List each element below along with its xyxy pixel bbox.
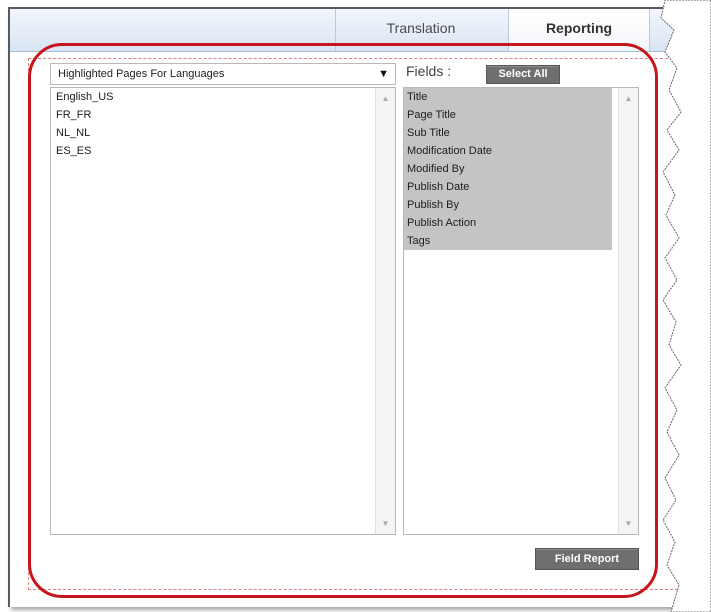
field-option[interactable]: Page Title — [404, 106, 612, 124]
tab-bar: Translation Reporting — [10, 9, 688, 52]
language-option[interactable]: FR_FR — [51, 106, 395, 124]
fields-label: Fields : — [406, 63, 452, 79]
fields-list[interactable]: Title Page Title Sub Title Modification Dat… — [403, 87, 639, 535]
tab-reporting[interactable]: Reporting — [508, 9, 650, 51]
scroll-down-icon[interactable]: ▼ — [376, 519, 395, 528]
language-list[interactable]: English_US FR_FR NL_NL ES_ES ▲ ▼ — [50, 87, 396, 535]
language-option[interactable]: ES_ES — [51, 142, 395, 160]
fields-list-scrollbar[interactable]: ▲ ▼ — [618, 88, 638, 534]
language-list-scrollbar[interactable]: ▲ ▼ — [375, 88, 395, 534]
field-option[interactable]: Publish Date — [404, 178, 612, 196]
field-option[interactable]: Title — [404, 88, 612, 106]
scroll-up-icon[interactable]: ▲ — [619, 94, 638, 103]
dropdown-arrow-icon[interactable]: ▼ — [378, 64, 389, 84]
field-option[interactable]: Publish By — [404, 196, 612, 214]
field-report-button[interactable]: Field Report — [535, 548, 639, 570]
scroll-down-icon[interactable]: ▼ — [619, 519, 638, 528]
tab-translation[interactable]: Translation — [335, 9, 506, 51]
field-option[interactable]: Tags — [404, 232, 612, 250]
field-option[interactable]: Modified By — [404, 160, 612, 178]
scroll-up-icon[interactable]: ▲ — [376, 94, 395, 103]
report-type-dropdown[interactable]: Highlighted Pages For Languages ▼ — [50, 63, 396, 85]
field-option[interactable]: Publish Action — [404, 214, 612, 232]
select-all-button[interactable]: Select All — [486, 65, 560, 84]
language-option[interactable]: NL_NL — [51, 124, 395, 142]
language-option[interactable]: English_US — [51, 88, 395, 106]
field-option[interactable]: Sub Title — [404, 124, 612, 142]
report-type-value: Highlighted Pages For Languages — [58, 68, 225, 80]
torn-edge-effect — [660, 0, 711, 612]
field-option[interactable]: Modification Date — [404, 142, 612, 160]
